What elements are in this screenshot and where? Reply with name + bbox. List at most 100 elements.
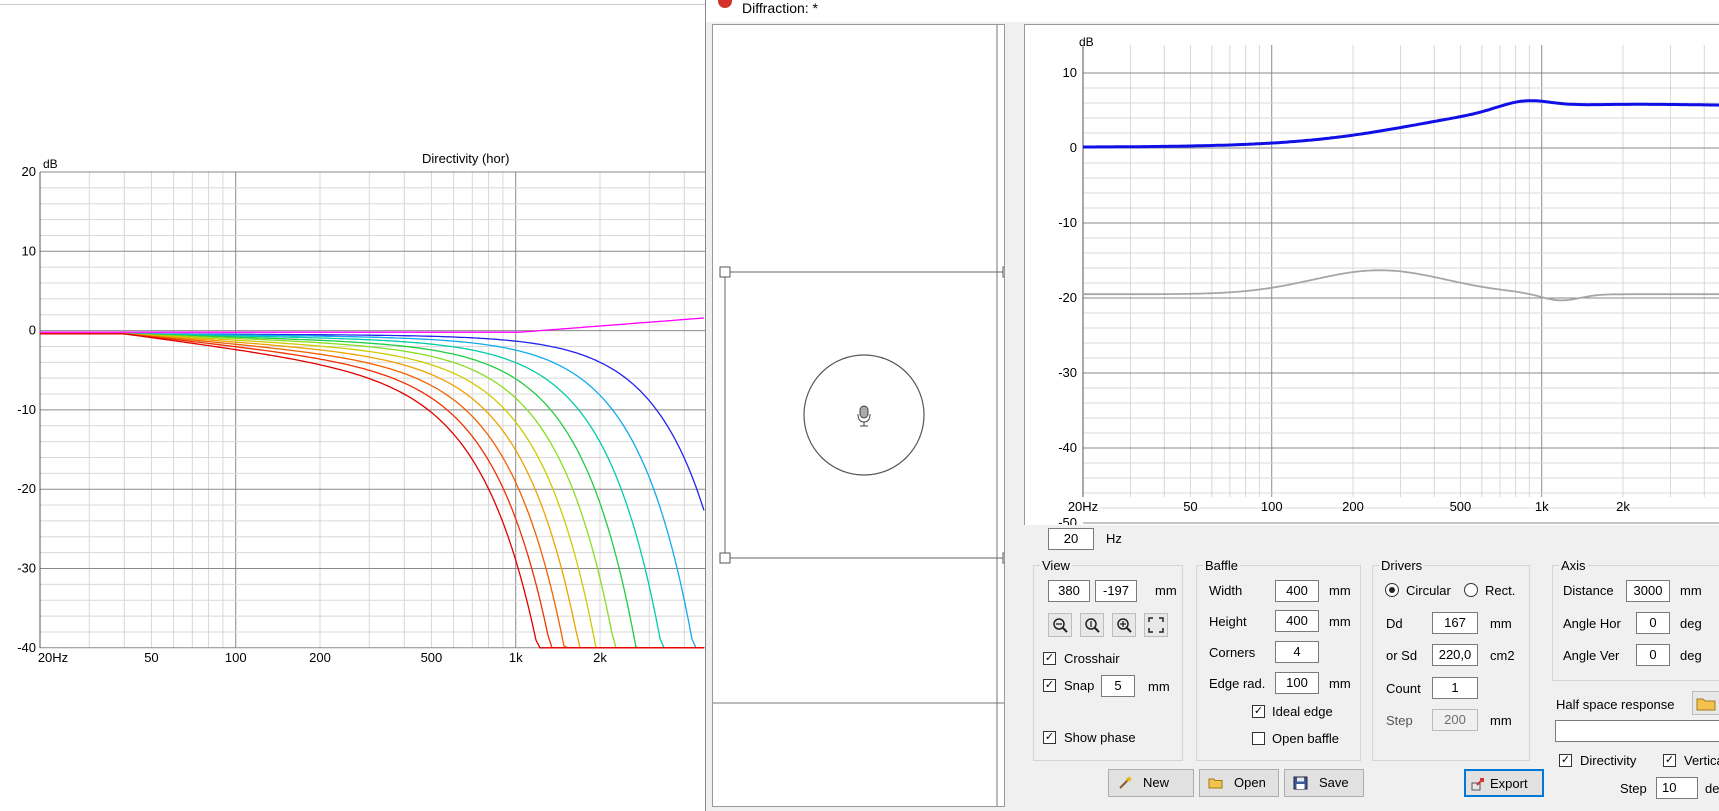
right-y-tick: -20 [1058, 290, 1077, 305]
crosshair-checkbox[interactable]: ✓ [1043, 652, 1056, 665]
handle-br [1002, 552, 1004, 564]
right-x-ticks: 20Hz501002005001k2k5k [1068, 499, 1631, 514]
view-x-input[interactable]: 380 [1048, 580, 1090, 602]
count-label: Count [1386, 681, 1421, 696]
zoom-in-button[interactable] [1112, 613, 1136, 637]
count-input[interactable]: 1 [1432, 677, 1478, 699]
frequency-unit: Hz [1106, 531, 1122, 546]
right-x-tick: 1k [1535, 499, 1549, 514]
right-x-tick: 200 [1342, 499, 1364, 514]
snap-input[interactable]: 5 [1101, 675, 1135, 697]
angle-hor-unit: deg [1680, 616, 1702, 631]
distance-input[interactable]: 3000 [1626, 580, 1670, 602]
open-button[interactable]: Open [1199, 769, 1279, 797]
left-grid [39, 171, 705, 649]
handle-tl [719, 266, 731, 278]
left-x-ticks: 20Hz 50 100 200 500 1k 2k [38, 650, 608, 665]
sd-unit: cm2 [1490, 648, 1515, 663]
step-unit: mm [1490, 713, 1512, 728]
directivity-curve [40, 317, 705, 333]
rect-radio[interactable] [1464, 583, 1478, 597]
angle-hor-input[interactable]: 0 [1636, 612, 1670, 634]
left-y-tick: -20 [17, 481, 36, 496]
right-y-tick: -30 [1058, 365, 1077, 380]
frequency-input[interactable]: 20 [1048, 528, 1094, 550]
view-unit: mm [1155, 583, 1177, 598]
zoom-actual-button[interactable] [1080, 613, 1104, 637]
axis-step-input[interactable]: 10 [1656, 777, 1698, 799]
right-y-tick: 0 [1070, 140, 1077, 155]
zoom-out-icon [1053, 618, 1068, 633]
export-icon [1471, 778, 1484, 791]
left-y-tick: 20 [22, 164, 36, 179]
left-y-tick: -40 [17, 640, 36, 655]
vertical-checkbox[interactable]: ✓ [1663, 754, 1676, 767]
ideal-edge-checkbox[interactable]: ✓ [1252, 705, 1265, 718]
right-y-tick: -40 [1058, 440, 1077, 455]
handle-bl [719, 552, 731, 564]
view-group-label: View [1040, 558, 1072, 573]
directivity-checkbox[interactable]: ✓ [1559, 754, 1572, 767]
right-x-tick: 100 [1261, 499, 1283, 514]
show-phase-checkbox[interactable]: ✓ [1043, 731, 1056, 744]
crosshair-label: Crosshair [1064, 651, 1120, 666]
folder-open-icon [1208, 778, 1223, 789]
vertical-label: Vertica [1684, 753, 1719, 768]
zoom-in-icon [1117, 618, 1132, 633]
directivity-curve [40, 333, 705, 511]
zoom-fit-icon [1148, 617, 1164, 633]
angle-ver-unit: deg [1680, 648, 1702, 663]
right-grid [1082, 45, 1719, 524]
drivers-group-label: Drivers [1379, 558, 1425, 573]
left-y-ticks: 20 10 0 -10 -20 -30 -40 [17, 164, 36, 655]
step-input[interactable]: 200 [1432, 709, 1478, 731]
save-button[interactable]: Save [1284, 769, 1364, 797]
baffle-height-input[interactable]: 400 [1275, 610, 1319, 632]
zoom-actual-icon [1085, 618, 1100, 633]
circular-radio[interactable] [1385, 583, 1399, 597]
baffle-corners-input[interactable]: 4 [1275, 641, 1319, 663]
zoom-fit-button[interactable] [1144, 613, 1168, 637]
left-x-tick: 200 [309, 650, 331, 665]
open-baffle-checkbox[interactable] [1252, 732, 1265, 745]
directivity-window: Directivity (hor) dB 20 10 0 -10 -20 -30 -40 2… [0, 0, 705, 811]
dd-input[interactable]: 167 [1432, 612, 1478, 634]
snap-checkbox[interactable]: ✓ [1043, 679, 1056, 692]
baffle-height-unit: mm [1329, 614, 1351, 629]
circular-label: Circular [1406, 583, 1451, 598]
export-button-label: Export [1490, 776, 1528, 791]
response-canvas[interactable]: dB 10 0 -10 -20 -30 -40 -50 20Hz 50 100 200 500 1k 2… [1024, 24, 1719, 525]
view-y-input[interactable]: -197 [1095, 580, 1137, 602]
diffraction-window: Diffraction: * dB 10 0 -10 -20 -30 -40 -5 [705, 0, 1719, 811]
show-phase-label: Show phase [1064, 730, 1136, 745]
angle-ver-input[interactable]: 0 [1636, 644, 1670, 666]
baffle-width-input[interactable]: 400 [1275, 580, 1319, 602]
right-y-ticks: 10 0 -10 -20 -30 -40 -50 [1058, 65, 1077, 525]
save-button-label: Save [1319, 775, 1349, 790]
title-bar: Diffraction: * [706, 0, 1719, 22]
baffle-edge-input[interactable]: 100 [1275, 672, 1319, 694]
new-button[interactable]: New [1108, 769, 1194, 797]
baffle-height-label: Height [1209, 614, 1247, 629]
half-space-label: Half space response [1556, 697, 1675, 712]
snap-unit: mm [1148, 679, 1170, 694]
right-y-tick: -10 [1058, 215, 1077, 230]
ideal-edge-label: Ideal edge [1272, 704, 1333, 719]
baffle-corners-label: Corners [1209, 645, 1256, 660]
app-icon [718, 0, 732, 8]
half-space-path-input[interactable] [1555, 720, 1719, 742]
left-y-tick: 0 [29, 323, 36, 338]
export-button[interactable]: Export [1464, 769, 1544, 797]
open-baffle-label: Open baffle [1272, 731, 1339, 746]
baffle-edge-label: Edge rad. [1209, 676, 1266, 691]
folder-icon [1696, 698, 1716, 711]
directivity-chart: 20100-10-20-30-40 20Hz 50 100 200 500 1k 2k [17, 164, 705, 665]
directivity-label: Directivity [1580, 753, 1637, 768]
step-label: Step [1386, 713, 1413, 728]
zoom-out-button[interactable] [1048, 613, 1072, 637]
wand-icon [1119, 776, 1132, 789]
sd-input[interactable]: 220,0 [1432, 644, 1478, 666]
new-button-label: New [1143, 775, 1170, 790]
half-space-open-button[interactable] [1692, 691, 1719, 715]
baffle-canvas[interactable] [712, 24, 1005, 807]
